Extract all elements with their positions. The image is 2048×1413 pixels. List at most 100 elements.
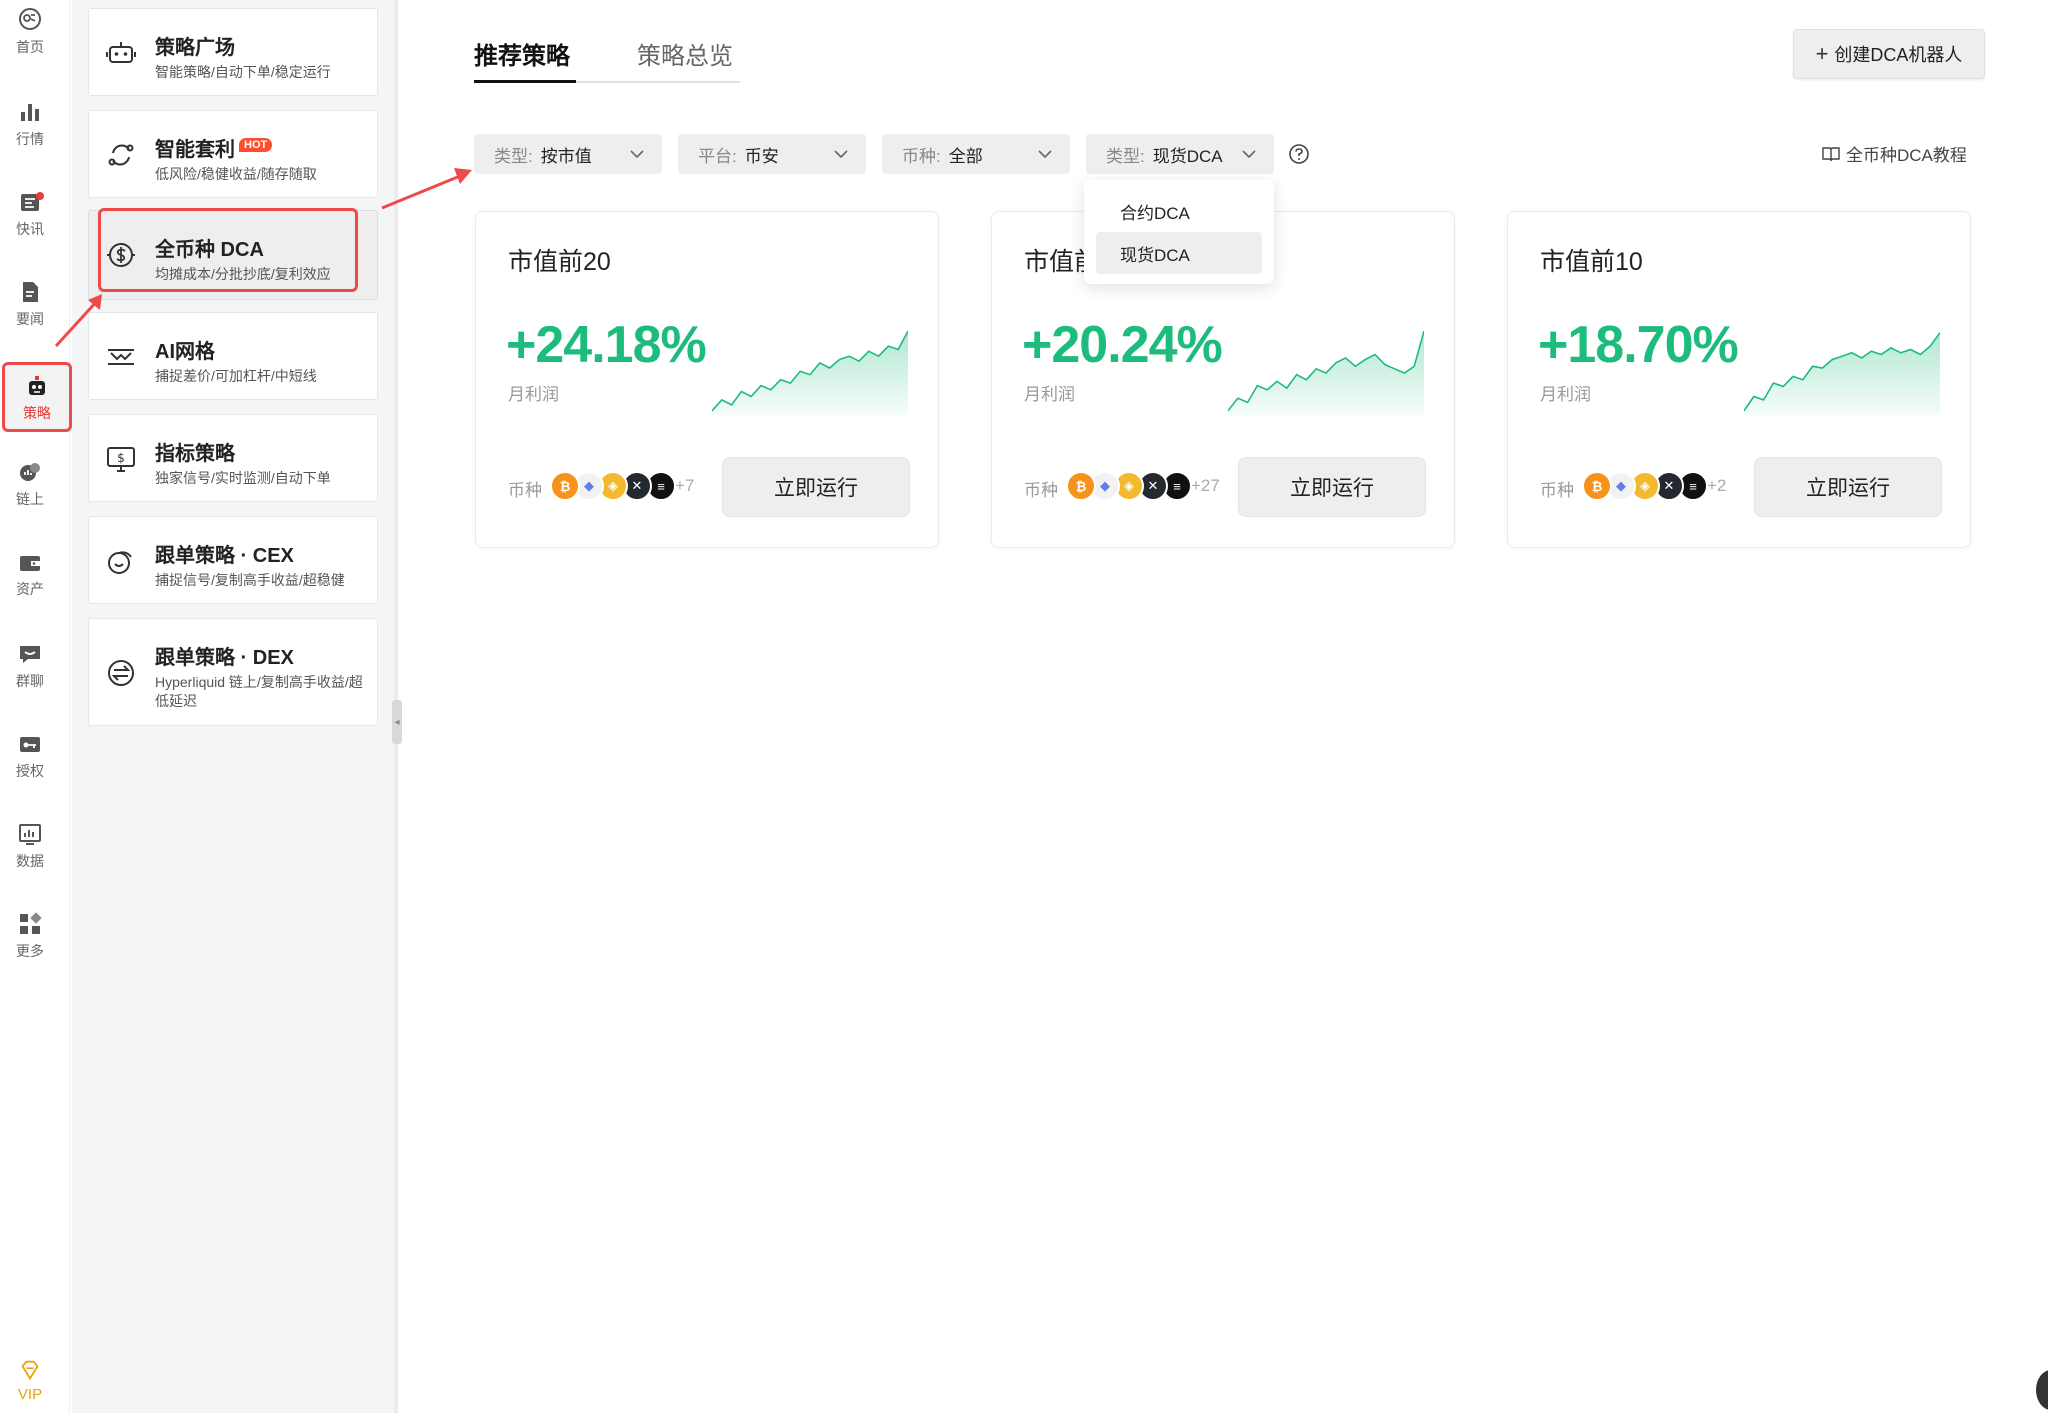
rail-label: 群聊 xyxy=(16,672,44,689)
rail-item-market[interactable]: 行情 xyxy=(4,92,56,154)
strategy-title: 指标策略 xyxy=(155,443,235,465)
plus-icon: + xyxy=(1815,41,1829,66)
strategy-subtitle: 独家信号/实时监测/自动下单 xyxy=(155,470,331,486)
rail-item-onchain[interactable]: 链上 xyxy=(4,452,56,514)
rail-item-strategy[interactable]: 策略 xyxy=(2,362,72,432)
strategy-title: 跟单策略 · DEX xyxy=(155,647,294,669)
filter-label: 类型: xyxy=(1106,146,1145,166)
floating-widget[interactable] xyxy=(2036,1370,2048,1410)
rail-label: 快讯 xyxy=(16,220,44,237)
strategy-item-copy-dex[interactable]: 跟单策略 · DEX Hyperliquid 链上/复制高手收益/超低延迟 xyxy=(88,618,378,726)
strategy-title: 跟单策略 · CEX xyxy=(155,545,294,567)
rail-item-more[interactable]: 更多 xyxy=(4,904,56,966)
grid-trade-icon xyxy=(108,349,134,365)
rail-item-auth[interactable]: 授权 xyxy=(4,724,56,786)
filter-dca-type[interactable]: 类型: 现货DCA xyxy=(1086,134,1274,174)
rail-label: 链上 xyxy=(16,490,44,507)
create-button-label: 创建DCA机器人 xyxy=(1834,45,1963,65)
tab-underline-active xyxy=(474,80,576,83)
rail-label: 授权 xyxy=(16,762,44,779)
app-root: 首页 行情 快讯 要闻 策略 链上 资产 群聊 授权 数据 更多 VIP ◂ 策… xyxy=(0,0,2048,1413)
copy-cex-icon xyxy=(108,551,132,574)
strategy-subtitle: 捕捉差价/可加杠杆/中短线 xyxy=(155,368,317,384)
rail-item-data[interactable]: 数据 xyxy=(4,814,56,876)
strategy-card-top20: 市值前20 +24.18% 月利润 币种 ₿ ◆ ◈ ✕ ≡ +7 立即运行 xyxy=(475,211,939,548)
tutorial-label: 全币种DCA教程 xyxy=(1846,146,1967,165)
icon-rail: 首页 行情 快讯 要闻 策略 链上 资产 群聊 授权 数据 更多 VIP xyxy=(0,0,72,1413)
dropdown-option-spot-dca[interactable]: 现货DCA xyxy=(1096,232,1262,274)
filter-value: 按市值 xyxy=(540,146,592,166)
chevron-down-icon xyxy=(834,150,848,159)
strategy-title: 全币种 DCA xyxy=(155,239,264,261)
vip-label: VIP xyxy=(17,1385,43,1403)
rail-item-vip[interactable]: VIP xyxy=(4,1354,56,1406)
rail-item-flash[interactable]: 快讯 xyxy=(4,182,56,244)
profit-sparkline xyxy=(1228,330,1424,415)
strategy-item-indicator[interactable]: $ 指标策略 独家信号/实时监测/自动下单 xyxy=(88,414,378,502)
tab-overview[interactable]: 策略总览 xyxy=(637,36,733,71)
notification-dot xyxy=(36,192,44,200)
chain-icon xyxy=(20,462,40,481)
create-dca-robot-button[interactable]: + 创建DCA机器人 xyxy=(1793,29,1985,79)
strategy-item-arbitrage[interactable]: 智能套利 HOT 低风险/稳健收益/随存随取 xyxy=(88,110,378,198)
strategy-title-text: 智能套利 xyxy=(155,139,235,161)
filter-type-marketcap[interactable]: 类型: 按市值 xyxy=(474,134,662,174)
help-icon[interactable] xyxy=(1288,143,1310,165)
strategy-item-ai-grid[interactable]: AI网格 捕捉差价/可加杠杆/中短线 xyxy=(88,312,378,400)
filter-label: 类型: xyxy=(494,146,533,166)
filter-label: 平台: xyxy=(698,146,737,166)
rail-item-home[interactable]: 首页 xyxy=(4,0,56,62)
rail-item-assets[interactable]: 资产 xyxy=(4,542,56,604)
strategy-item-copy-cex[interactable]: 跟单策略 · CEX 捕捉信号/复制高手收益/超稳健 xyxy=(88,516,378,604)
run-now-button[interactable]: 立即运行 xyxy=(1238,457,1426,517)
home-icon xyxy=(19,7,41,30)
key-icon xyxy=(20,736,40,752)
run-now-button[interactable]: 立即运行 xyxy=(722,457,910,517)
rail-item-news[interactable]: 要闻 xyxy=(4,272,56,334)
strategy-subtitle: 智能策略/自动下单/稳定运行 xyxy=(155,64,331,80)
strategy-title: AI网格 xyxy=(155,341,215,363)
filter-coin[interactable]: 币种: 全部 xyxy=(882,134,1070,174)
chevron-down-icon xyxy=(1038,150,1052,159)
wallet-icon xyxy=(20,555,40,571)
card-profit: +24.18% xyxy=(506,316,707,374)
bar-chart-icon xyxy=(21,103,39,121)
card-profit: +20.24% xyxy=(1022,316,1223,374)
card-profit-label: 月利润 xyxy=(1540,385,1591,404)
tab-recommended[interactable]: 推荐策略 xyxy=(474,36,570,71)
dca-tutorial-link[interactable]: 全币种DCA教程 xyxy=(1822,141,1967,166)
rail-label: 数据 xyxy=(16,852,44,869)
sparkline-area xyxy=(1744,332,1940,415)
chevron-up-icon xyxy=(1242,150,1256,159)
coin-label: 币种 xyxy=(508,481,542,500)
grid-icon xyxy=(20,911,42,934)
chat-icon xyxy=(20,645,40,663)
svg-text:$: $ xyxy=(117,451,125,465)
rail-label: 要闻 xyxy=(16,310,44,327)
sparkline-area xyxy=(712,331,908,415)
card-profit: +18.70% xyxy=(1538,316,1739,374)
filter-platform[interactable]: 平台: 币安 xyxy=(678,134,866,174)
rail-label: 资产 xyxy=(16,580,44,597)
dca-icon xyxy=(107,243,135,267)
dropdown-option-futures-dca[interactable]: 合约DCA xyxy=(1096,190,1262,232)
vip-diamond-icon xyxy=(21,1360,39,1380)
dca-type-dropdown: 合约DCA 现货DCA xyxy=(1084,180,1274,284)
rail-item-chat[interactable]: 群聊 xyxy=(4,634,56,696)
profit-sparkline xyxy=(712,330,908,415)
coin-label: 币种 xyxy=(1024,481,1058,500)
loop-icon xyxy=(108,144,134,166)
coin-more-count: +2 xyxy=(1707,476,1727,495)
coin-btc-icon: ₿ xyxy=(550,471,580,501)
filter-value: 现货DCA xyxy=(1152,146,1223,166)
book-icon xyxy=(1822,146,1840,161)
strategy-item-dca[interactable]: 全币种 DCA 均摊成本/分批抄底/复利效应 xyxy=(88,210,378,300)
strategy-item-square[interactable]: 策略广场 智能策略/自动下单/稳定运行 xyxy=(88,8,378,96)
collapse-panel-handle[interactable]: ◂ xyxy=(392,700,402,744)
run-now-button[interactable]: 立即运行 xyxy=(1754,457,1942,517)
card-profit-label: 月利润 xyxy=(508,385,559,404)
coin-more-count: +27 xyxy=(1191,476,1220,495)
strategy-card-top10: 市值前10 +18.70% 月利润 币种 ₿ ◆ ◈ ✕ ≡ +2 立即运行 xyxy=(1507,211,1971,548)
card-profit-label: 月利润 xyxy=(1024,385,1075,404)
document-icon xyxy=(23,281,38,302)
